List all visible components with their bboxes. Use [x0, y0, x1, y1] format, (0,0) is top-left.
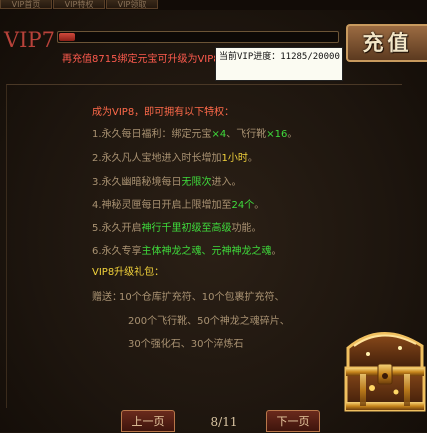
- page-indicator: 8/11: [210, 415, 238, 429]
- tab-vip-privilege[interactable]: VIP特权: [53, 0, 105, 9]
- gift-line: 10个仓库扩充符、10个包裹扩充符、: [119, 292, 285, 303]
- gift-pack-title: VIP8升级礼包：: [92, 267, 165, 278]
- gift-line: 30个强化石、30个淬炼石: [128, 339, 244, 350]
- gift-line: 200个飞行靴、50个神龙之魂碎片、: [128, 316, 290, 327]
- gift-label: 赠送：: [92, 292, 122, 303]
- benefit-item: 4.神秘灵匣每日开启上限增加至24个。: [92, 200, 265, 211]
- tab-vip-home[interactable]: VIP首页: [0, 0, 52, 9]
- benefit-item: 3.永久幽暗秘境每日无限次进入。: [92, 177, 242, 188]
- benefits-title: 成为VIP8，即可拥有以下特权：: [92, 107, 235, 118]
- vip-window: VIP首页 VIP特权 VIP领取 VIP7 充值 再充值8715绑定元宝可升级…: [0, 0, 427, 432]
- tab-bar: VIP首页 VIP特权 VIP领取: [0, 0, 427, 10]
- benefit-item: 2.永久凡人宝地进入时长增加1小时。: [92, 153, 258, 164]
- upgrade-hint: 再充值8715绑定元宝可升级为VIP8: [62, 54, 220, 65]
- tab-vip-claim[interactable]: VIP领取: [106, 0, 158, 9]
- next-page-button[interactable]: 下一页: [266, 410, 320, 432]
- benefit-item: 6.永久专享主体神龙之魂、元神神龙之魂。: [92, 246, 282, 257]
- charge-button[interactable]: 充值: [346, 24, 427, 62]
- benefit-item: 5.永久开启神行千里初级至高级功能。: [92, 223, 262, 234]
- treasure-chest-icon: [338, 318, 427, 414]
- vip-progress-bar[interactable]: [57, 31, 339, 43]
- progress-tooltip: 当前VIP进度：11285/20000: [215, 47, 343, 81]
- prev-page-button[interactable]: 上一页: [121, 410, 175, 432]
- benefit-item: 1.永久每日福利：绑定元宝×4、飞行靴×16。: [92, 129, 298, 140]
- current-vip-level: VIP7: [4, 28, 55, 52]
- vip-progress-fill: [59, 33, 75, 41]
